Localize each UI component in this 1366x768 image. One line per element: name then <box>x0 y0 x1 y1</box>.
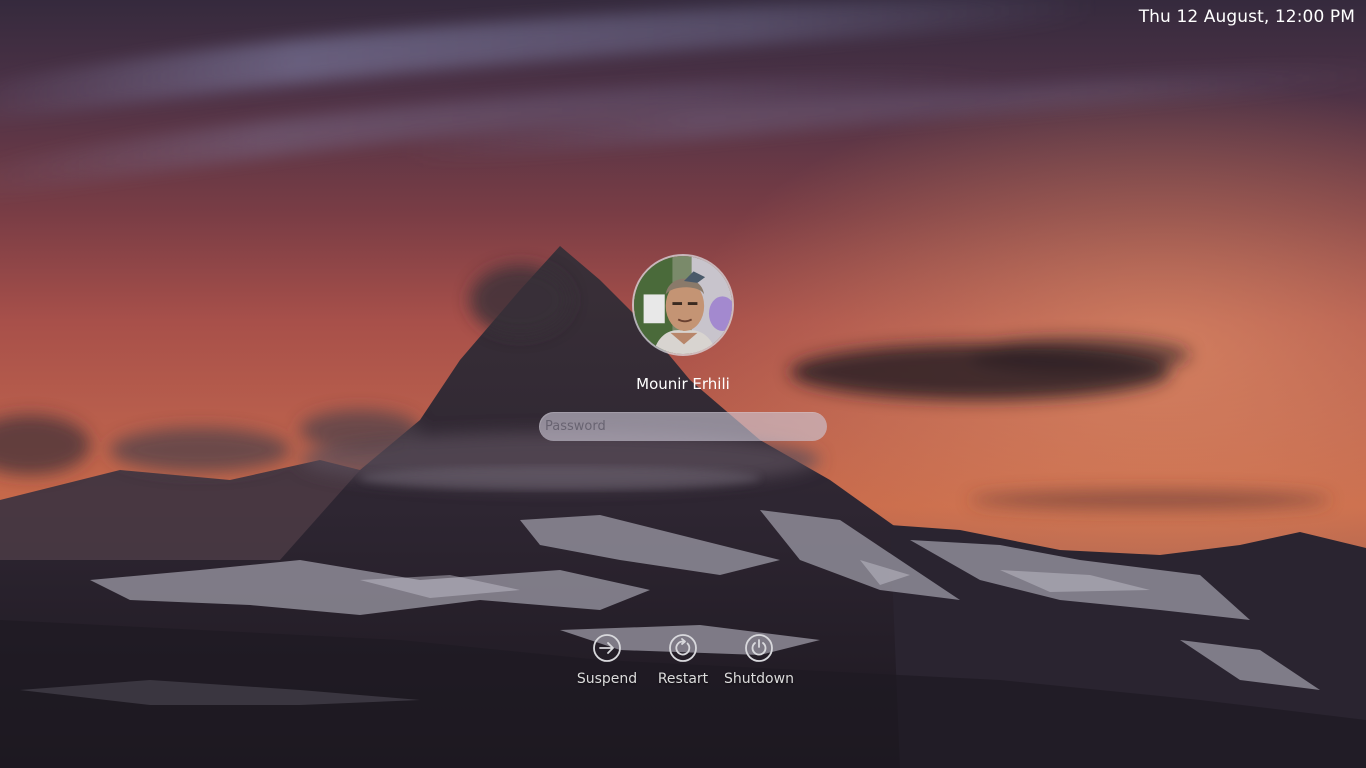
restart-icon <box>669 634 697 662</box>
power-icon <box>745 634 773 662</box>
restart-label: Restart <box>657 671 709 687</box>
power-actions: Suspend Restart Shutdown <box>0 633 1366 687</box>
shutdown-button[interactable]: Shutdown <box>721 633 797 687</box>
suspend-label: Suspend <box>576 671 638 687</box>
suspend-arrow-icon <box>593 634 621 662</box>
restart-button[interactable]: Restart <box>645 633 721 687</box>
username-label: Mounir Erhili <box>636 375 730 393</box>
lock-screen: Thu 12 August, 12:00 PM Mounir Erhili Su… <box>0 0 1366 768</box>
shutdown-label: Shutdown <box>724 671 794 687</box>
password-input[interactable] <box>539 412 827 441</box>
suspend-button[interactable]: Suspend <box>569 633 645 687</box>
clock-datetime: Thu 12 August, 12:00 PM <box>1138 7 1355 27</box>
user-avatar[interactable] <box>632 254 734 356</box>
avatar-photo <box>634 256 732 354</box>
login-panel: Mounir Erhili <box>0 254 1366 441</box>
